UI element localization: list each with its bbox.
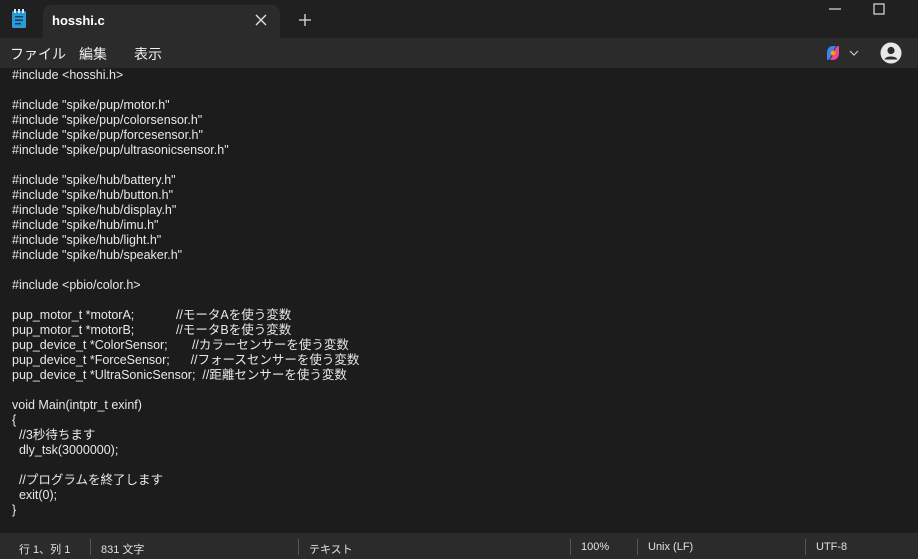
code-line: #include <pbio/color.h> (12, 278, 141, 292)
code-line: #include "spike/hub/battery.h" (12, 173, 176, 187)
code-line: dly_tsk(3000000); (12, 443, 119, 457)
title-bar: hosshi.c (0, 0, 918, 38)
code-line: #include "spike/pup/ultrasonicsensor.h" (12, 143, 229, 157)
tab-hosshi-c[interactable]: hosshi.c (43, 5, 280, 38)
code-line: { (12, 413, 17, 427)
code-line: pup_motor_t *motorB; //モータBを使う変数 (12, 323, 292, 337)
code-line: } (12, 503, 17, 517)
account-icon[interactable] (880, 42, 902, 64)
code-line: pup_device_t *ForceSensor; //フォースセンサーを使う… (12, 353, 360, 367)
tab-title: hosshi.c (52, 13, 105, 28)
code-line: #include "spike/pup/forcesensor.h" (12, 128, 203, 142)
close-tab-icon[interactable] (252, 11, 270, 29)
code-line: exit(0); (12, 488, 58, 502)
code-line: //プログラムを終了します (12, 473, 164, 487)
code-line: //3秒待ちます (12, 428, 96, 442)
file-format: テキスト (309, 544, 353, 556)
code-line: #include "spike/hub/light.h" (12, 233, 162, 247)
menu-edit[interactable]: 編集 (79, 44, 107, 64)
line-ending[interactable]: Unix (LF) (648, 541, 693, 553)
zoom-level[interactable]: 100% (581, 541, 609, 553)
code-line: pup_device_t *ColorSensor; //カラーセンサーを使う変… (12, 338, 349, 352)
code-line: #include "spike/hub/display.h" (12, 203, 177, 217)
code-line: pup_device_t *UltraSonicSensor; //距離センサー… (12, 368, 347, 382)
code-line: #include "spike/pup/motor.h" (12, 98, 170, 112)
code-line: #include "spike/hub/imu.h" (12, 218, 159, 232)
encoding[interactable]: UTF-8 (816, 541, 847, 553)
code-line: #include "spike/hub/button.h" (12, 188, 174, 202)
code-line: void Main(intptr_t exinf) (12, 398, 142, 412)
add-tab-icon[interactable] (296, 11, 314, 29)
notepad-icon (12, 9, 26, 28)
code-line: #include "spike/pup/colorsensor.h" (12, 113, 203, 127)
minimize-icon[interactable] (826, 2, 844, 16)
menu-file[interactable]: ファイル (10, 44, 66, 64)
status-divider (637, 539, 638, 555)
cursor-position: 行 1、列 1 (19, 544, 71, 556)
code-line: #include <hosshi.h> (12, 68, 124, 82)
status-divider (570, 539, 571, 555)
menu-view[interactable]: 表示 (134, 44, 162, 64)
code-line: pup_motor_t *motorA; //モータAを使う変数 (12, 308, 292, 322)
maximize-icon[interactable] (870, 2, 888, 16)
chevron-down-icon[interactable] (848, 48, 860, 58)
status-divider (90, 539, 91, 555)
code-line: #include "spike/hub/speaker.h" (12, 248, 183, 262)
code-text: #include <hosshi.h> #include "spike/pup/m… (12, 68, 359, 518)
status-bar: 行 1、列 1 831 文字 テキスト 100% Unix (LF) UTF-8 (0, 533, 918, 559)
copilot-icon[interactable] (824, 44, 842, 62)
menu-bar: ファイル 編集 表示 (0, 38, 918, 68)
character-count: 831 文字 (101, 544, 145, 556)
text-editor[interactable]: #include <hosshi.h> #include "spike/pup/m… (0, 68, 918, 533)
status-divider (805, 539, 806, 555)
status-divider (298, 539, 299, 555)
